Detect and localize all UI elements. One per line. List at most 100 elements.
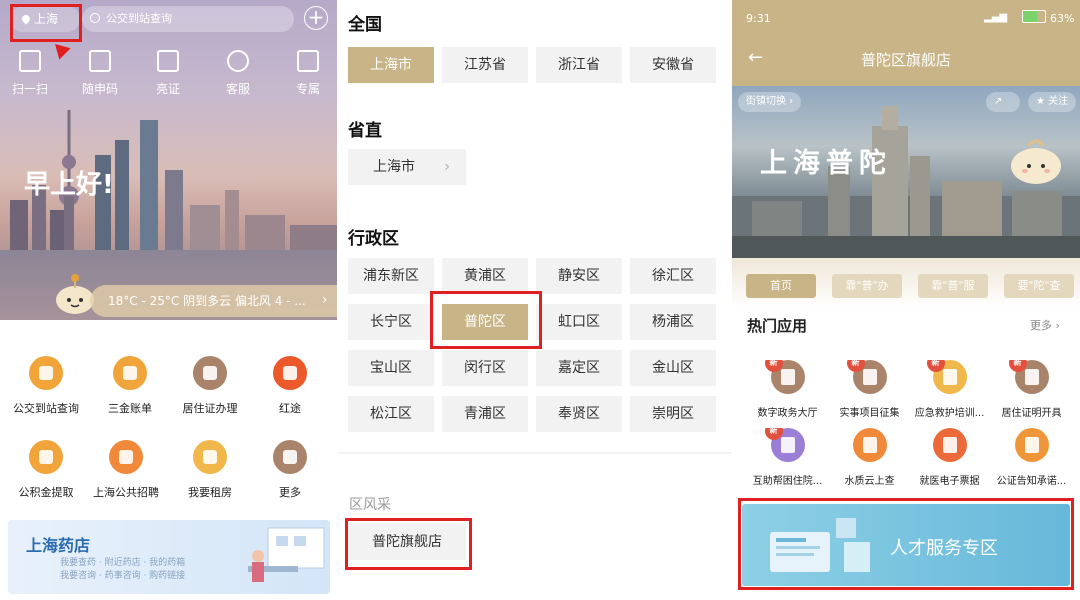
back-arrow-icon[interactable]: ← <box>748 48 768 68</box>
tab-tuo-query[interactable]: 要"陀"查 <box>1004 274 1074 298</box>
quick-action-label: 客服 <box>225 82 250 96</box>
tab-rely-pu-service[interactable]: 靠"普"服 <box>918 274 988 298</box>
share-icon[interactable]: ↗ <box>986 92 1020 112</box>
app-first-aid-training[interactable]: 新应急救护培训... <box>906 360 993 419</box>
pharmacy-banner[interactable]: 上海药店 我要查药 · 附近药店 · 我的药箱 我要咨询 · 药事咨询 · 购药… <box>8 520 330 594</box>
district-chip[interactable]: 闵行区 <box>442 350 528 386</box>
district-chip[interactable]: 金山区 <box>630 350 716 386</box>
app-notary[interactable]: 公证告知承诺... <box>988 428 1075 487</box>
district-chip[interactable]: 虹口区 <box>536 304 622 340</box>
provincial-item[interactable]: 上海市 › <box>348 149 466 185</box>
follow-button[interactable]: ★ 关注 <box>1028 92 1077 112</box>
new-badge: 新 <box>764 360 783 372</box>
section-title-style: 区风采 <box>349 497 391 513</box>
app-project-collection[interactable]: 新实事项目征集 <box>826 360 913 419</box>
district-chip[interactable]: 杨浦区 <box>630 304 716 340</box>
bus-icon <box>29 356 63 390</box>
divider <box>337 452 732 454</box>
section-title-hot-apps: 热门应用 <box>747 317 808 335</box>
service-label: 我要租房 <box>188 486 232 499</box>
app-digital-hall[interactable]: 新数字政务大厅 <box>744 360 831 419</box>
certificate-icon: 新 <box>1008 360 1049 394</box>
district-chip[interactable]: 嘉定区 <box>536 350 622 386</box>
star-icon <box>273 356 307 390</box>
more-link[interactable]: 更多 › <box>1030 317 1060 333</box>
town-switch-button[interactable]: 街镇切换 › <box>738 92 802 112</box>
flagship-store-screen: 9:31 ▂▄▆ 63% 普陀区旗舰店 ← 街镇切换 › ↗ ★ 关注 上海普陀 <box>732 0 1080 600</box>
banner-subtitle-1: 我要查药 · 附近药店 · 我的药箱 <box>60 558 186 568</box>
section-title-national: 全国 <box>348 15 382 35</box>
money-bag-icon <box>29 440 63 474</box>
signal-icon: ▂▄▆ <box>984 12 1008 23</box>
status-time: 9:31 <box>746 12 771 25</box>
quick-action-card[interactable]: 亮证 <box>138 50 198 97</box>
hall-icon: 新 <box>764 360 805 394</box>
service-item-residence[interactable]: 居住证办理 <box>168 356 252 416</box>
banner-subtitle-2: 我要咨询 · 药事咨询 · 购药链接 <box>60 571 186 581</box>
service-item-bill[interactable]: 三金账单 <box>88 356 172 416</box>
service-item-fund[interactable]: 公积金提取 <box>4 440 88 500</box>
district-chip[interactable]: 静安区 <box>536 258 622 294</box>
district-chip[interactable]: 崇明区 <box>630 396 716 432</box>
region-selector-screen: 全国 上海市 江苏省 浙江省 安徽省 省直 上海市 › 行政区 浦东新区 黄浦区… <box>337 0 732 600</box>
app-residence-cert[interactable]: 新居住证明开具 <box>988 360 1075 419</box>
district-chip[interactable]: 奉贤区 <box>536 396 622 432</box>
recruit-icon <box>109 440 143 474</box>
service-label: 居住证办理 <box>182 402 238 415</box>
home-screen: 上海 公交到站查询 + 扫一扫 随申码 亮证 客服 专属 早上好! 18°C -… <box>0 0 337 600</box>
app-label: 水质云上查 <box>844 476 895 487</box>
service-item-bus[interactable]: 公交到站查询 <box>4 356 88 416</box>
quick-action-label: 随申码 <box>81 82 118 96</box>
quick-action-service[interactable]: 客服 <box>208 50 268 97</box>
mascot-bun-icon <box>56 274 94 314</box>
weather-text: 18°C - 25°C 阴到多云 偏北风 4 - ... <box>108 294 306 308</box>
app-medical-receipt[interactable]: 就医电子票据 <box>906 428 993 487</box>
crown-icon <box>297 50 319 72</box>
quick-action-scan[interactable]: 扫一扫 <box>0 50 60 97</box>
service-label: 红途 <box>279 402 301 415</box>
idcard-icon <box>193 356 227 390</box>
new-badge: 新 <box>846 360 865 372</box>
bill-icon <box>113 356 147 390</box>
app-label: 数字政务大厅 <box>757 408 818 419</box>
quick-action-qrcode[interactable]: 随申码 <box>70 50 130 97</box>
district-chip[interactable]: 徐汇区 <box>630 258 716 294</box>
camera-icon <box>932 428 967 462</box>
province-chip-zhejiang[interactable]: 浙江省 <box>536 47 622 83</box>
new-badge: 新 <box>926 360 945 372</box>
service-item-rent[interactable]: 我要租房 <box>168 440 252 500</box>
search-placeholder: 公交到站查询 <box>106 12 172 25</box>
app-mutual-aid[interactable]: 新互助帮困住院... <box>744 428 831 487</box>
app-label: 互助帮困住院... <box>752 476 823 487</box>
district-chip[interactable]: 松江区 <box>348 396 434 432</box>
scan-icon <box>19 50 41 72</box>
headset-icon <box>227 50 249 72</box>
district-chip[interactable]: 浦东新区 <box>348 258 434 294</box>
app-label: 公证告知承诺... <box>996 476 1067 487</box>
putuo-hero-banner: 街镇切换 › ↗ ★ 关注 上海普陀 <box>732 86 1080 258</box>
district-chip[interactable]: 青浦区 <box>442 396 528 432</box>
service-item-recruit[interactable]: 上海公共招聘 <box>84 440 168 500</box>
app-water-quality[interactable]: 水质云上查 <box>826 428 913 487</box>
province-chip-shanghai[interactable]: 上海市 <box>348 47 434 83</box>
battery-icon <box>1022 10 1046 23</box>
district-chip[interactable]: 长宁区 <box>348 304 434 340</box>
district-chip[interactable]: 黄浦区 <box>442 258 528 294</box>
service-item-redtour[interactable]: 红途 <box>248 356 332 416</box>
weather-bar[interactable]: 18°C - 25°C 阴到多云 偏北风 4 - ... <box>90 285 337 317</box>
hero-title: 上海普陀 <box>760 148 892 179</box>
tab-home[interactable]: 首页 <box>746 274 816 298</box>
province-chip-jiangsu[interactable]: 江苏省 <box>442 47 528 83</box>
service-label: 更多 <box>279 486 301 499</box>
add-icon[interactable]: + <box>304 6 328 30</box>
app-label: 居住证明开具 <box>1001 408 1062 419</box>
quick-action-label: 专属 <box>295 82 320 96</box>
service-item-more[interactable]: 更多 <box>248 440 332 500</box>
district-chip[interactable]: 宝山区 <box>348 350 434 386</box>
firstaid-icon: 新 <box>926 360 967 394</box>
province-chip-anhui[interactable]: 安徽省 <box>630 47 716 83</box>
highlight-box-putuo <box>430 291 542 349</box>
tab-rely-pu-handle[interactable]: 靠"普"办 <box>832 274 902 298</box>
quick-action-exclusive[interactable]: 专属 <box>278 50 338 97</box>
search-input[interactable]: 公交到站查询 <box>82 6 294 32</box>
